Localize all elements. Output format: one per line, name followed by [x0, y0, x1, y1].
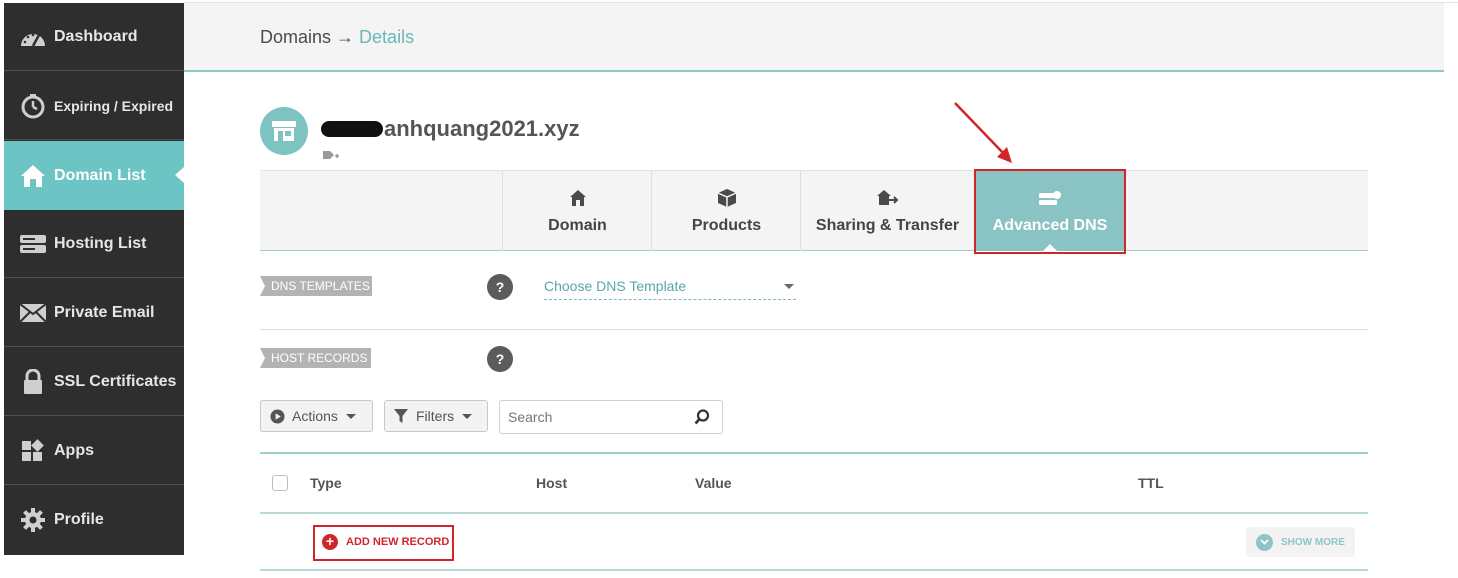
host-records-label: HOST RECORDS: [260, 348, 371, 368]
stopwatch-icon: [18, 91, 48, 121]
tab-sharing-transfer[interactable]: Sharing & Transfer: [800, 171, 974, 251]
table-header-border: [260, 512, 1368, 514]
highlight-box-add-record: [313, 525, 454, 561]
sidebar-item-label: Expiring / Expired: [54, 97, 174, 114]
search-icon[interactable]: [694, 409, 710, 425]
actions-dropdown-button[interactable]: Actions: [260, 400, 373, 432]
sidebar-item-ssl-certificates[interactable]: SSL Certificates: [4, 348, 184, 416]
filter-funnel-icon: [394, 409, 408, 423]
column-header-ttl[interactable]: TTL: [1138, 475, 1164, 491]
sidebar-item-label: Dashboard: [54, 27, 138, 45]
breadcrumb-current: Details: [359, 27, 415, 47]
play-circle-icon: [270, 408, 285, 424]
table-top-border: [260, 452, 1368, 454]
sidebar-item-label: Hosting List: [54, 234, 147, 252]
domain-name-title: anhquang2021.xyz: [321, 116, 580, 142]
domain-store-avatar: [260, 107, 308, 155]
domain-tabs: Domain Products Sharing & Transfer Advan…: [260, 170, 1368, 252]
chevron-down-icon: [345, 413, 356, 419]
lock-icon: [18, 367, 48, 397]
actions-label: Actions: [292, 408, 338, 424]
filters-dropdown-button[interactable]: Filters: [384, 400, 488, 432]
add-tag-icon[interactable]: [322, 149, 340, 167]
sidebar-item-label: Apps: [54, 441, 94, 459]
select-all-checkbox[interactable]: [272, 475, 288, 491]
column-header-host[interactable]: Host: [536, 475, 567, 491]
tab-label: Domain: [548, 217, 607, 234]
annotation-arrow: [954, 102, 1012, 163]
breadcrumb-domains-link[interactable]: Domains: [260, 27, 331, 47]
gear-icon: [18, 505, 48, 535]
show-more-button[interactable]: SHOW MORE: [1246, 527, 1355, 557]
sidebar-item-label: SSL Certificates: [54, 372, 177, 390]
home-icon: [18, 161, 48, 191]
sidebar-item-dashboard[interactable]: Dashboard: [4, 3, 184, 71]
section-divider: [260, 329, 1368, 330]
sidebar-item-label: Private Email: [54, 303, 155, 321]
tab-label: Products: [691, 217, 762, 234]
box-icon: [717, 187, 737, 209]
column-header-value[interactable]: Value: [695, 475, 732, 491]
column-header-type[interactable]: Type: [310, 475, 342, 491]
dns-templates-label: DNS TEMPLATES: [260, 276, 372, 296]
dns-template-select-value: Choose DNS Template: [544, 278, 687, 294]
chevron-down-circle-icon: [1256, 533, 1273, 551]
tab-domain[interactable]: Domain: [502, 171, 652, 251]
dns-template-select[interactable]: Choose DNS Template: [544, 276, 796, 300]
host-records-help-icon[interactable]: ?: [487, 346, 513, 372]
breadcrumb: Domains → Details: [260, 27, 414, 48]
envelope-icon: [18, 298, 48, 328]
redacted-text: [321, 121, 383, 137]
sidebar: Dashboard Expiring / Expired Domain List…: [4, 3, 184, 555]
chevron-down-icon: [784, 284, 794, 289]
sidebar-item-apps[interactable]: Apps: [4, 417, 184, 485]
chevron-down-icon: [462, 413, 473, 419]
tab-products[interactable]: Products: [651, 171, 801, 251]
highlight-box-advanced-dns: [974, 169, 1126, 254]
storefront-icon: [272, 121, 296, 141]
sidebar-item-label: Profile: [54, 511, 104, 528]
sidebar-item-expiring[interactable]: Expiring / Expired: [4, 72, 184, 140]
domain-name-text: anhquang2021.xyz: [384, 116, 580, 141]
search-box: [499, 400, 723, 434]
apps-grid-icon: [18, 436, 48, 466]
page-header: Domains → Details: [184, 3, 1444, 72]
filters-label: Filters: [416, 408, 455, 424]
sidebar-item-label: Domain List: [54, 166, 146, 184]
sidebar-item-private-email[interactable]: Private Email: [4, 279, 184, 347]
house-arrow-icon: [876, 187, 900, 209]
dashboard-gauge-icon: [18, 22, 48, 52]
show-more-label: SHOW MORE: [1281, 536, 1345, 548]
search-input[interactable]: [508, 409, 678, 425]
sidebar-item-hosting-list[interactable]: Hosting List: [4, 210, 184, 278]
sidebar-item-domain-list[interactable]: Domain List: [4, 141, 184, 210]
dns-templates-help-icon[interactable]: ?: [487, 274, 513, 300]
tab-label: Sharing & Transfer: [815, 217, 960, 234]
breadcrumb-separator: →: [331, 27, 360, 47]
home-icon: [569, 187, 587, 209]
sidebar-item-profile[interactable]: Profile: [4, 486, 184, 554]
server-icon: [18, 229, 48, 259]
table-bottom-border: [260, 569, 1368, 571]
